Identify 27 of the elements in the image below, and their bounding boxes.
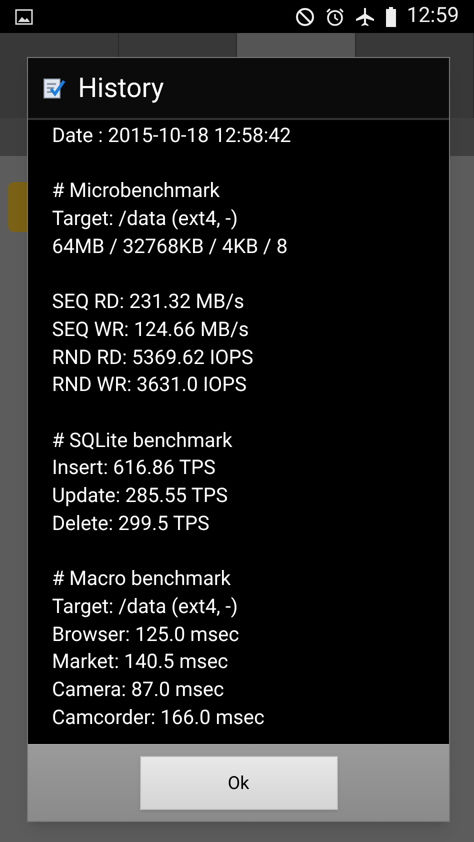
result-line: Camera: 87.0 msec bbox=[52, 676, 224, 703]
result-line: RND RD: 5369.62 IOPS bbox=[52, 344, 254, 371]
result-line: # SQLite benchmark bbox=[52, 426, 232, 454]
result-line: Update: 285.55 TPS bbox=[52, 482, 228, 510]
result-line: 64MB / 32768KB / 4KB / 8 bbox=[52, 232, 288, 260]
result-line: Insert: 616.86 TPS bbox=[52, 454, 216, 482]
dialog-title: History bbox=[78, 70, 164, 106]
battery-icon bbox=[384, 6, 397, 26]
ok-button[interactable]: Ok bbox=[140, 756, 338, 810]
result-line: Target: /data (ext4, -) bbox=[52, 205, 238, 232]
alarm-icon bbox=[324, 6, 345, 26]
do-not-disturb-icon bbox=[294, 6, 315, 26]
result-line: SEQ RD: 231.32 MB/s bbox=[52, 288, 244, 316]
result-line: RND WR: 3631.0 IOPS bbox=[52, 371, 247, 398]
result-line: Target: /data (ext4, -) bbox=[52, 592, 238, 620]
result-line: Browser: 125.0 msec bbox=[52, 620, 240, 648]
image-icon bbox=[15, 8, 33, 24]
result-line: Market: 140.5 msec bbox=[52, 648, 228, 676]
clock-time: 12:59 bbox=[406, 2, 459, 30]
result-line: Date : 2015-10-18 12:58:42 bbox=[52, 122, 291, 149]
result-line: SEQ WR: 124.66 MB/s bbox=[52, 316, 249, 343]
result-line: Delete: 299.5 TPS bbox=[52, 510, 210, 537]
result-line: # Macro benchmark bbox=[52, 565, 231, 592]
checklist-icon bbox=[42, 76, 66, 100]
airplane-icon bbox=[354, 6, 375, 26]
result-line: Camcorder: 166.0 msec bbox=[52, 704, 264, 731]
result-line: # Microbenchmark bbox=[52, 177, 220, 204]
